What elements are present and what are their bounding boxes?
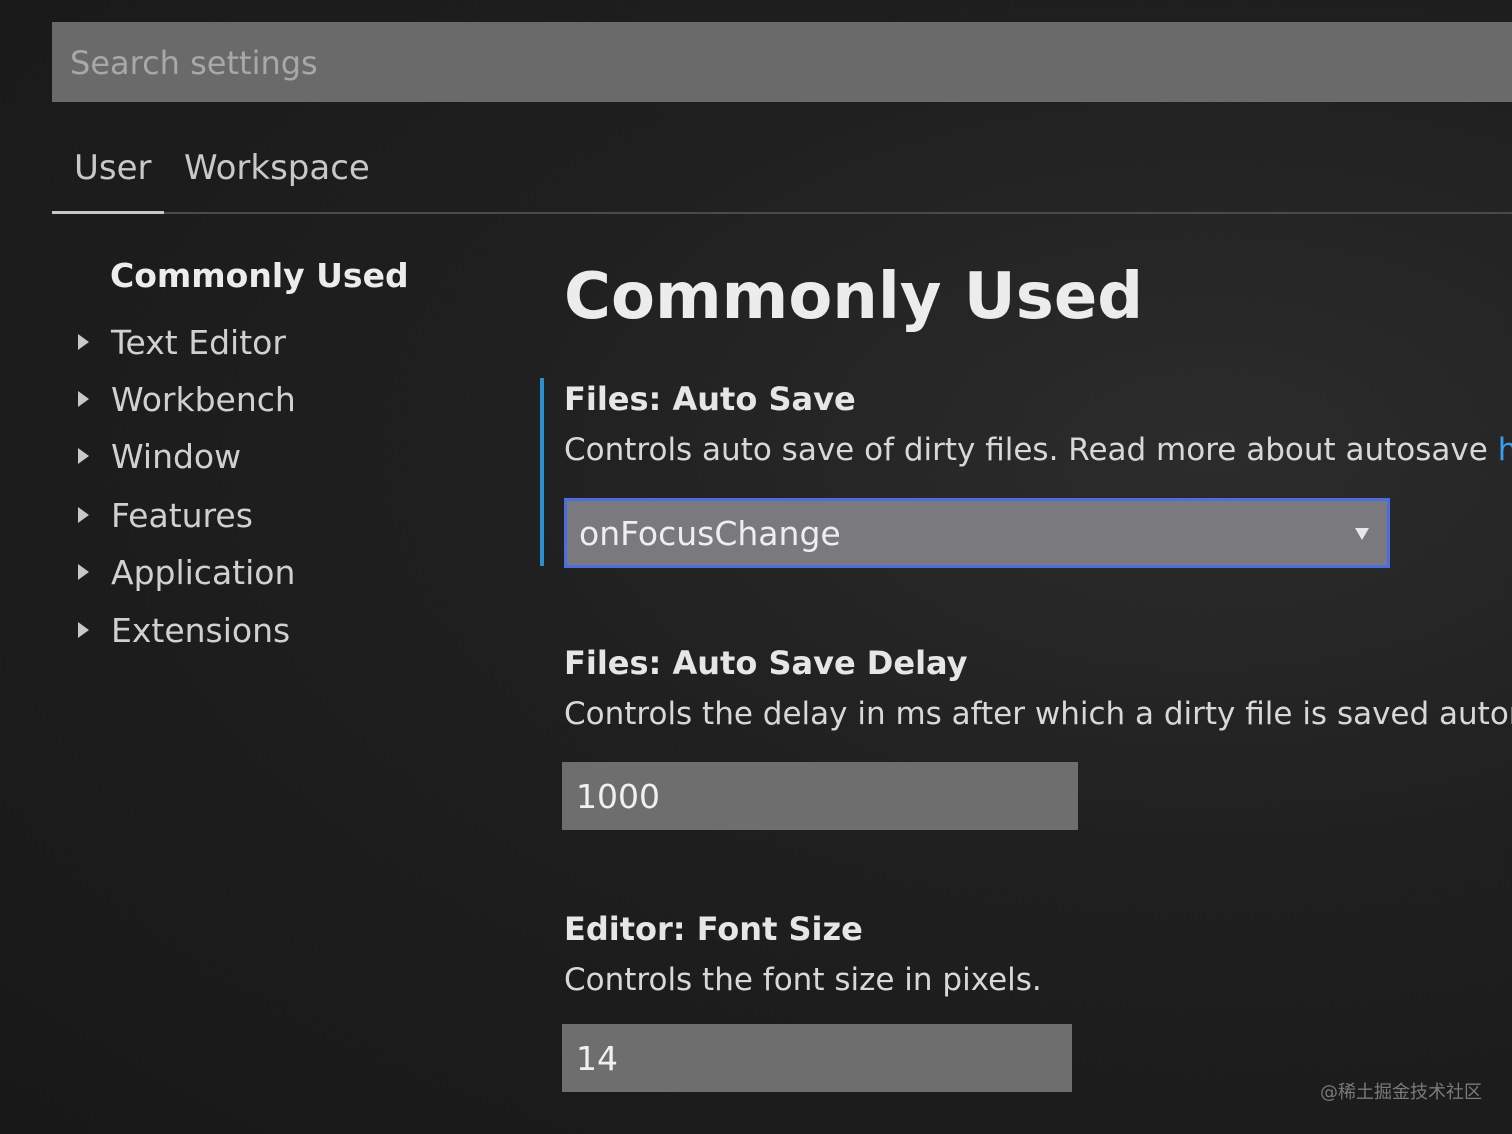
auto-save-delay-input[interactable]: 1000 <box>562 762 1078 830</box>
setting-title: Files: Auto Save <box>564 380 856 418</box>
toc-item-application[interactable]: Application <box>78 550 295 594</box>
caret-right-icon[interactable] <box>78 622 89 638</box>
caret-right-icon[interactable] <box>78 334 89 350</box>
tab-user[interactable]: User <box>74 148 152 188</box>
input-value: 14 <box>576 1038 618 1078</box>
setting-description: Controls auto save of dirty files. Read … <box>564 432 1512 468</box>
setting-description-text: Controls auto save of dirty files. Read … <box>564 432 1498 468</box>
font-size-input[interactable]: 14 <box>562 1024 1072 1092</box>
setting-title: Editor: Font Size <box>564 910 863 948</box>
settings-scope-tabs: User Workspace <box>52 130 1512 214</box>
toc-item-label: Window <box>111 436 242 476</box>
toc-item-workbench[interactable]: Workbench <box>78 377 296 421</box>
search-settings-input[interactable] <box>68 22 1512 104</box>
setting-category: Files: <box>564 644 673 682</box>
tab-workspace[interactable]: Workspace <box>184 148 370 188</box>
toc-item-text-editor[interactable]: Text Editor <box>78 320 286 364</box>
input-value: 1000 <box>576 776 660 816</box>
setting-description: Controls the delay in ms after which a d… <box>564 696 1512 732</box>
setting-name: Font Size <box>696 910 863 948</box>
toc-item-label: Extensions <box>111 610 291 650</box>
watermark: @稀土掘金技术社区 <box>1320 1082 1482 1103</box>
toc-item-label: Text Editor <box>111 322 286 362</box>
setting-category: Files: <box>564 380 673 418</box>
setting-category: Editor: <box>564 910 697 948</box>
active-tab-indicator <box>52 211 164 214</box>
page-title: Commonly Used <box>564 260 1144 334</box>
toc-item-label: Workbench <box>111 379 296 419</box>
toc-item-extensions[interactable]: Extensions <box>78 608 290 652</box>
setting-name: Auto Save Delay <box>672 644 968 682</box>
toc-item-window[interactable]: Window <box>78 434 241 478</box>
select-value: onFocusChange <box>579 513 841 553</box>
auto-save-select[interactable]: onFocusChange <box>564 498 1390 568</box>
toc-item-label: Features <box>111 495 253 535</box>
setting-title: Files: Auto Save Delay <box>564 644 968 682</box>
toc-item-commonly-used[interactable]: Commonly Used <box>110 256 409 295</box>
setting-description-text: Controls the font size in pixels. <box>564 962 1042 998</box>
autosave-docs-link[interactable]: here <box>1498 432 1512 468</box>
search-settings-box[interactable] <box>52 22 1512 104</box>
focused-setting-indicator <box>540 378 544 566</box>
setting-description: Controls the font size in pixels. <box>564 962 1042 998</box>
setting-description-text: Controls the delay in ms after which a d… <box>564 696 1512 732</box>
toc-item-label: Application <box>111 552 296 592</box>
caret-right-icon[interactable] <box>78 391 89 407</box>
toc-item-features[interactable]: Features <box>78 493 253 537</box>
caret-right-icon[interactable] <box>78 448 89 464</box>
setting-name: Auto Save <box>672 380 856 418</box>
chevron-down-icon[interactable] <box>1355 528 1369 540</box>
caret-right-icon[interactable] <box>78 564 89 580</box>
caret-right-icon[interactable] <box>78 507 89 523</box>
